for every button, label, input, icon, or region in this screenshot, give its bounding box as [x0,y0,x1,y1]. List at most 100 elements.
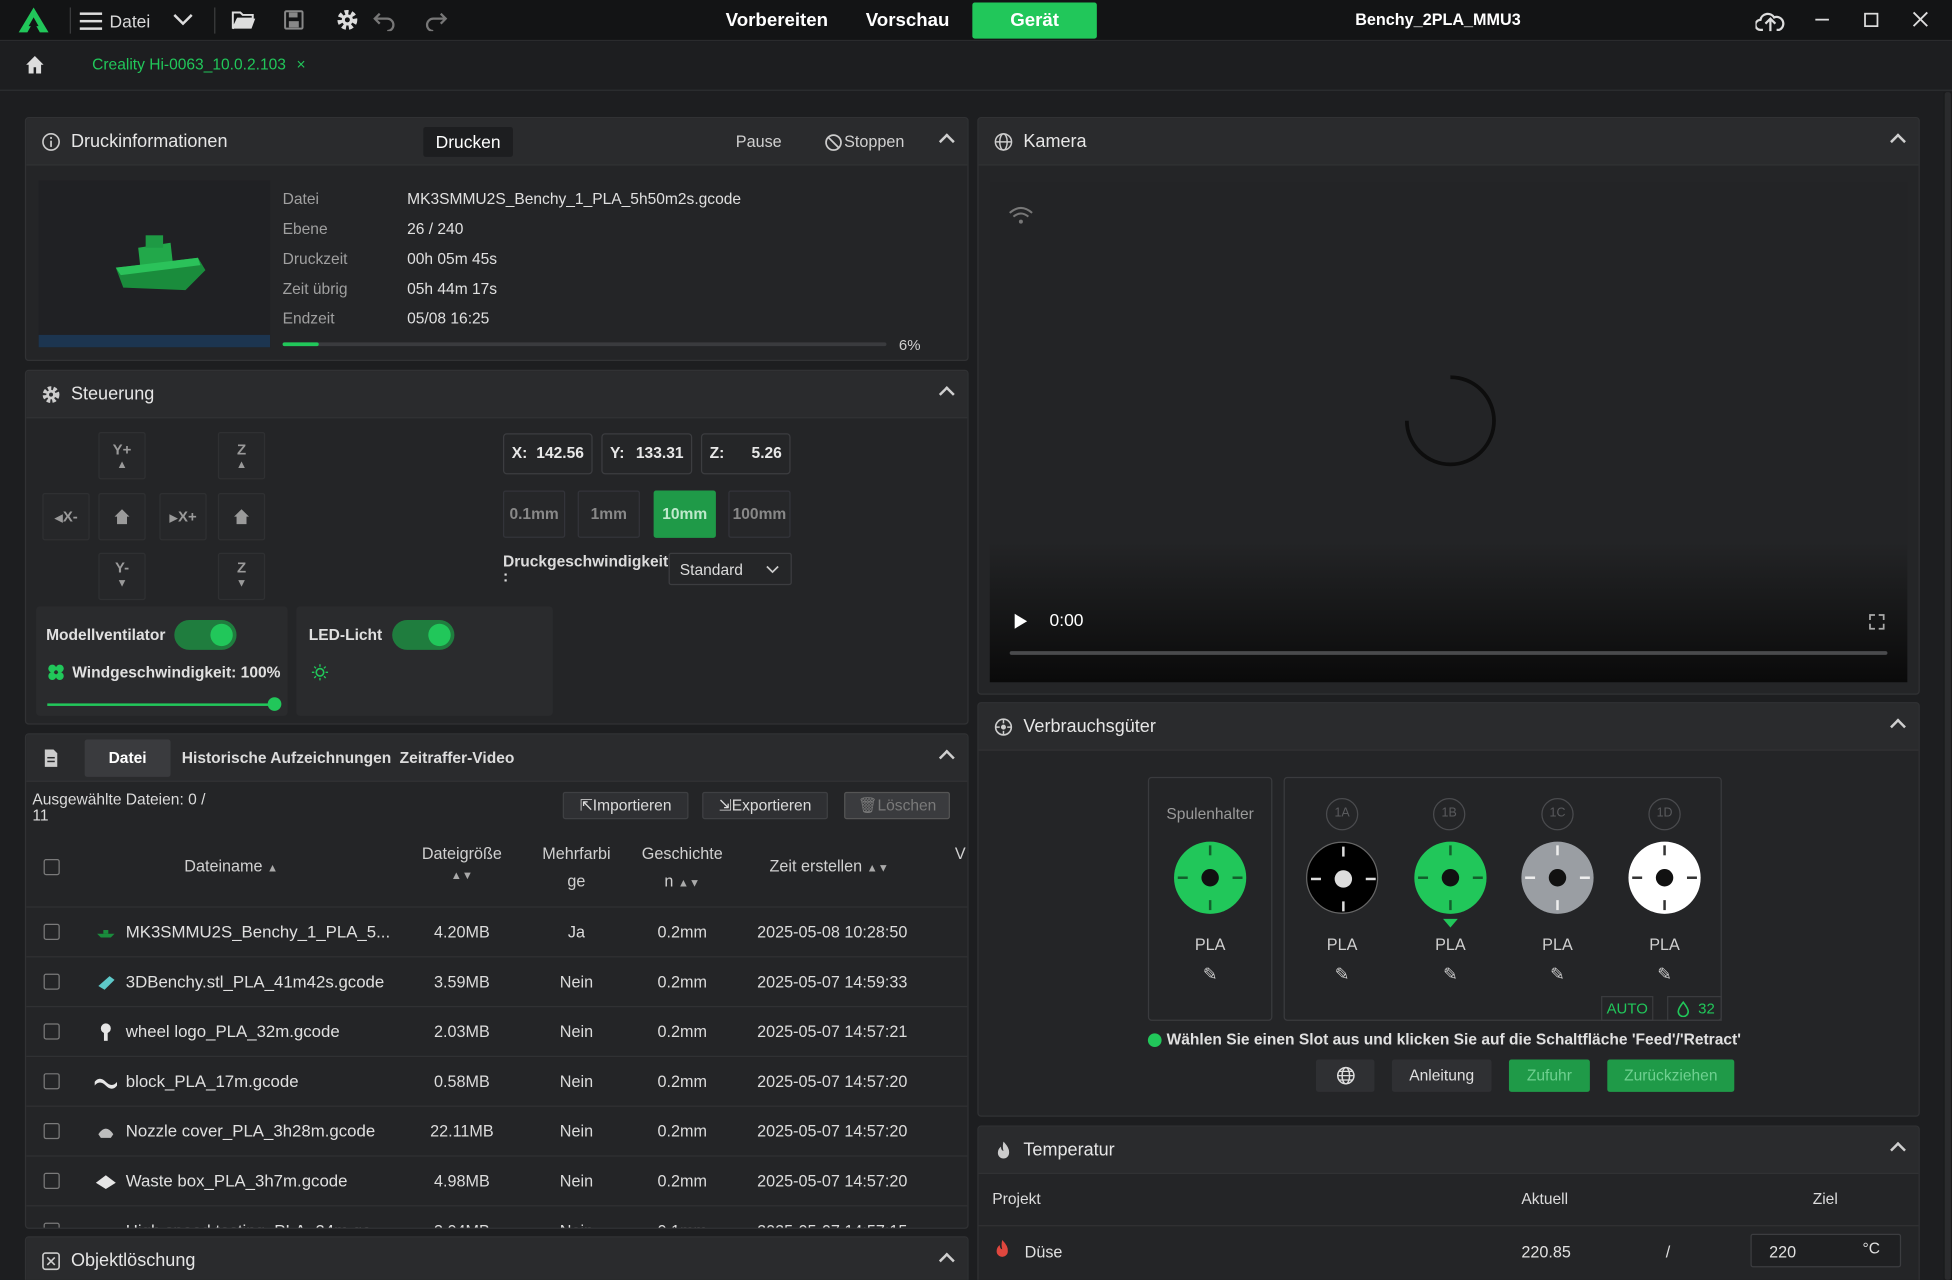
table-row[interactable]: Waste box_PLA_3h7m.gcode 4.98MB Nein 0.2… [26,1155,968,1205]
delete-button[interactable]: 🗑Löschen [844,791,950,820]
maximize-icon[interactable] [1864,12,1879,28]
tab-device[interactable]: Gerät [972,2,1097,39]
fan-speed-slider[interactable] [47,697,282,711]
col-size-header[interactable]: Dateigröße ▲▼ [412,844,512,881]
slot-1c[interactable] [1521,841,1594,914]
play-icon[interactable] [1012,613,1029,630]
retract-button[interactable]: Zurückziehen [1607,1059,1735,1092]
table-row[interactable]: block_PLA_17m.gcode 0.58MB Nein 0.2mm 20… [26,1055,968,1106]
scrollbar[interactable] [1943,92,1952,1280]
table-row[interactable]: wheel logo_PLA_32m.gcode 2.03MB Nein 0.2… [26,1005,968,1056]
chevron-up-icon[interactable] [938,1252,955,1269]
save-icon[interactable] [284,10,304,30]
fullscreen-icon[interactable] [1869,614,1885,630]
redo-icon[interactable] [423,9,448,32]
language-button[interactable] [1315,1059,1375,1092]
jog-z-down-button[interactable]: Z ▼ [217,552,266,601]
jog-x-plus-button[interactable]: ▶X+ [159,493,207,541]
row-checkbox[interactable] [43,1222,60,1228]
tab-files[interactable]: Datei [84,739,171,777]
nozzle-cover-file-icon [98,1128,114,1138]
undo-icon[interactable] [372,9,397,32]
row-checkbox[interactable] [43,973,60,990]
row-checkbox[interactable] [43,1122,60,1140]
chevron-up-icon[interactable] [938,386,955,402]
edit-pen-icon[interactable]: ✎ [1652,964,1677,985]
menu-button[interactable]: Datei [79,0,150,41]
chevron-up-icon[interactable] [1890,133,1906,150]
stop-icon[interactable] [824,133,843,152]
chevron-up-icon[interactable] [1890,718,1906,735]
jog-z-up-button[interactable]: Z ▲ [217,432,266,480]
import-button[interactable]: ⇱Importieren [562,791,689,820]
row-checkbox[interactable] [43,923,60,940]
step-0-1mm-button[interactable]: 0.1mm [502,490,566,538]
col-layer-header[interactable]: Geschichte n ▲▼ [634,844,731,890]
temp-nozzle-target-input[interactable]: 220 °C [1750,1233,1902,1268]
app-logo-icon[interactable] [17,6,49,33]
edit-pen-icon[interactable]: ✎ [1438,964,1463,985]
slot-1d[interactable] [1628,841,1701,914]
fan-toggle[interactable] [174,620,237,650]
home-icon[interactable] [25,55,45,75]
close-icon[interactable]: × [296,56,305,73]
pause-button[interactable]: Pause [736,118,782,165]
jog-y-plus-button[interactable]: Y+ ▲ [98,432,146,480]
jog-x-minus-button[interactable]: ◀X- [42,493,90,541]
folder-open-icon[interactable] [231,9,257,31]
print-speed-label: Druckgeschwindigkeit [502,552,669,571]
chevron-up-icon[interactable] [938,133,955,150]
row-checkbox[interactable] [43,1073,60,1090]
chevron-up-icon[interactable] [1890,1141,1906,1158]
print-info-panel: Druckinformationen Drucken Pause Stoppen… [24,117,969,362]
step-1mm-button[interactable]: 1mm [577,490,640,538]
field-remaining-label: Zeit übrig [282,280,348,298]
camera-video[interactable]: 0:00 [989,181,1908,683]
step-10mm-button[interactable]: 10mm [653,490,716,538]
home-xy-button[interactable] [98,493,146,541]
tab-prepare[interactable]: Vorbereiten [720,2,835,38]
row-checkbox[interactable] [43,1172,60,1189]
home-z-button[interactable] [217,493,266,541]
stop-button[interactable]: Stoppen [844,118,904,165]
minimize-icon[interactable] [1815,18,1830,21]
table-row[interactable]: MK3SMMU2S_Benchy_1_PLA_5... 4.20MB Ja 0.… [26,906,968,956]
col-time-header[interactable]: Zeit erstellen ▲▼ [761,857,898,876]
cloud-upload-icon[interactable] [1755,9,1785,34]
col-layer-label-a: Geschichte [641,844,723,863]
tab-history[interactable]: Historische Aufzeichnungen [182,735,392,782]
table-row[interactable]: Nozzle cover_PLA_3h28m.gcode 22.11MB Nei… [26,1105,968,1156]
edit-pen-icon[interactable]: ✎ [1198,964,1223,985]
led-toggle[interactable] [392,620,455,650]
control-title: Steuerung [70,384,155,405]
edit-pen-icon[interactable]: ✎ [1545,964,1570,985]
step-100mm-button[interactable]: 100mm [728,490,791,538]
tab-preview[interactable]: Vorschau [857,2,959,38]
auto-badge[interactable]: AUTO [1601,996,1654,1021]
slot-1b[interactable] [1414,841,1487,914]
table-row[interactable]: 3DBenchy.stl_PLA_41m42s.gcode 3.59MB Nei… [26,956,968,1006]
gear-icon[interactable] [335,7,360,32]
export-button[interactable]: ⇲Exportieren [702,791,828,820]
jog-y-minus-button[interactable]: Y- ▼ [98,552,146,601]
video-progress-bar[interactable] [1009,651,1888,655]
jog-x-minus-label: X- [62,507,78,526]
tab-timelapse[interactable]: Zeitraffer-Video [400,735,515,782]
spool-holder-slot[interactable] [1174,841,1247,914]
slot-1b-material: PLA [1435,934,1466,954]
guide-button[interactable]: Anleitung [1391,1059,1492,1092]
close-icon[interactable] [1912,11,1928,27]
edit-pen-icon[interactable]: ✎ [1330,964,1355,985]
feed-button[interactable]: Zufuhr [1508,1059,1590,1092]
print-speed-select[interactable]: Standard [668,552,792,586]
row-checkbox[interactable] [43,1023,60,1040]
fan-speed-handle[interactable] [267,697,282,711]
print-tab[interactable]: Drucken [423,126,513,157]
chevron-up-icon[interactable] [938,749,955,766]
slot-1a[interactable] [1306,841,1379,914]
chevron-down-icon[interactable] [173,14,193,26]
device-tab[interactable]: Creality Hi-0063_10.0.2.103 × [92,56,305,73]
table-row[interactable]: High speed testing_PLA_24m.gc... 3.04MB … [26,1205,968,1228]
select-all-checkbox[interactable] [43,859,60,876]
col-name-header[interactable]: Dateiname ▲ [184,857,278,876]
